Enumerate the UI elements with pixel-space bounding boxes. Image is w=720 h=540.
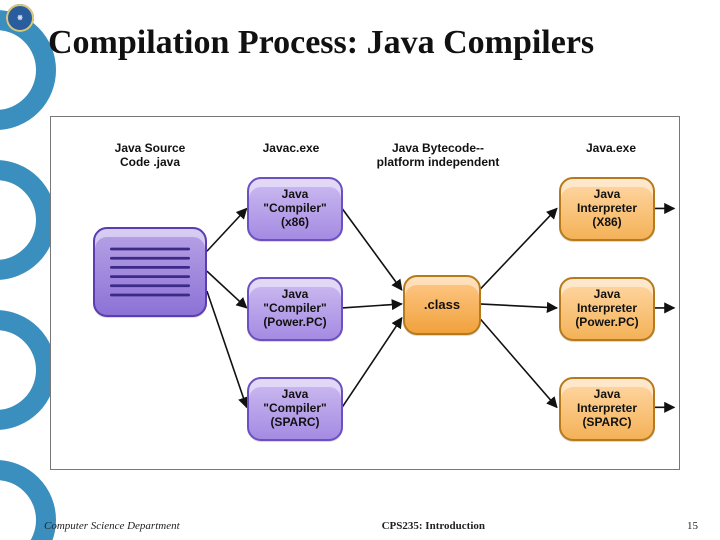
page-number: 15 (687, 520, 698, 532)
source-lines-icon (104, 239, 196, 305)
node-label: Java Interpreter (Power.PC) (569, 284, 644, 333)
slide: ※ Compilation Process: Java Compilers Ja… (0, 0, 720, 540)
node-compiler-x86: Java "Compiler" (x86) (247, 177, 343, 241)
diagram-frame: Java Source Code .java Javac.exe Java By… (50, 116, 680, 470)
node-label: .class (418, 294, 466, 317)
node-label: Java "Compiler" (Power.PC) (257, 284, 332, 333)
node-label: Java Interpreter (SPARC) (571, 384, 643, 433)
node-interpreter-sparc: Java Interpreter (SPARC) (559, 377, 655, 441)
logo-glyph: ※ (17, 14, 23, 22)
column-header-bytecode: Java Bytecode-- platform independent (363, 141, 513, 169)
node-label: Java "Compiler" (x86) (257, 184, 332, 233)
node-source-code (93, 227, 207, 317)
node-classfile: .class (403, 275, 481, 335)
decor-circle-icon (0, 160, 56, 280)
node-interpreter-x86: Java Interpreter (X86) (559, 177, 655, 241)
column-header-javac: Javac.exe (241, 141, 341, 155)
node-label: Java "Compiler" (SPARC) (257, 384, 332, 433)
node-label: Java Interpreter (X86) (571, 184, 643, 233)
decor-circle-icon (0, 310, 56, 430)
node-compiler-sparc: Java "Compiler" (SPARC) (247, 377, 343, 441)
university-seal-icon: ※ (6, 4, 34, 32)
footer-center: CPS235: Introduction (382, 520, 485, 532)
decor-left-strip (0, 0, 28, 540)
footer: Computer Science Department CPS235: Intr… (0, 520, 720, 532)
footer-left: Computer Science Department (44, 520, 180, 532)
node-compiler-powerpc: Java "Compiler" (Power.PC) (247, 277, 343, 341)
node-interpreter-powerpc: Java Interpreter (Power.PC) (559, 277, 655, 341)
slide-title: Compilation Process: Java Compilers (48, 24, 594, 62)
column-header-javaexe: Java.exe (561, 141, 661, 155)
column-header-source: Java Source Code .java (95, 141, 205, 169)
